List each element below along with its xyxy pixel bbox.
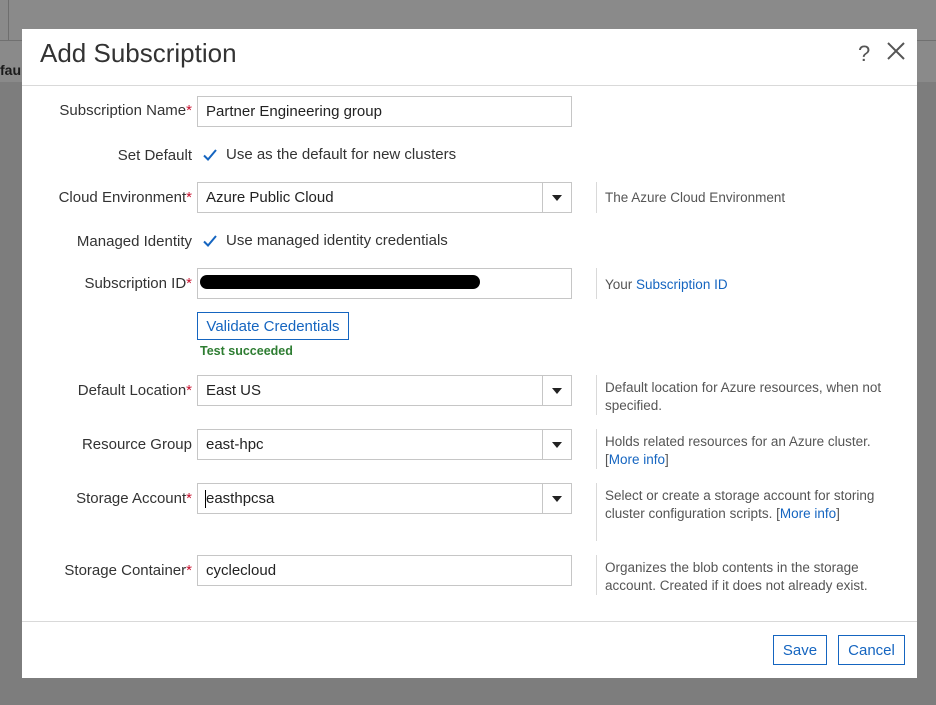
redaction-mark bbox=[200, 275, 480, 289]
storage-account-value: easthpcsa bbox=[206, 490, 275, 507]
subscription-id-input[interactable] bbox=[197, 268, 572, 299]
background-text-fragment: fau bbox=[0, 62, 21, 78]
managed-identity-label: Managed Identity bbox=[76, 233, 192, 250]
chevron-down-icon[interactable] bbox=[542, 183, 571, 212]
checkmark-icon bbox=[203, 148, 217, 161]
managed-identity-checkbox[interactable] bbox=[202, 233, 218, 249]
resource-group-label: Resource Group bbox=[81, 436, 192, 453]
storage-account-label: Storage Account* bbox=[76, 490, 192, 507]
validate-credentials-button[interactable]: Validate Credentials bbox=[197, 312, 349, 340]
checkmark-icon bbox=[203, 234, 217, 247]
default-location-hint: Default location for Azure resources, wh… bbox=[596, 375, 896, 415]
chevron-down-icon[interactable] bbox=[542, 376, 571, 405]
add-subscription-dialog: Add Subscription ? Subscription Name* Pa… bbox=[22, 29, 917, 678]
storage-container-hint: Organizes the blob contents in the stora… bbox=[596, 555, 896, 595]
text-caret bbox=[205, 490, 206, 508]
set-default-label: Set Default bbox=[117, 147, 192, 164]
test-status: Test succeeded bbox=[200, 344, 293, 358]
chevron-down-icon[interactable] bbox=[542, 430, 571, 459]
set-default-checkbox-row[interactable]: Use as the default for new clusters bbox=[202, 146, 456, 163]
managed-identity-checkbox-row[interactable]: Use managed identity credentials bbox=[202, 232, 448, 249]
dialog-title: Add Subscription bbox=[40, 38, 237, 68]
header-divider bbox=[22, 85, 917, 86]
storage-account-more-info-link[interactable]: More info bbox=[780, 506, 836, 521]
cloud-environment-value: Azure Public Cloud bbox=[206, 189, 334, 206]
subscription-id-label: Subscription ID* bbox=[84, 275, 192, 292]
resource-group-more-info-link[interactable]: More info bbox=[609, 452, 665, 467]
storage-account-hint: Select or create a storage account for s… bbox=[596, 483, 896, 541]
chevron-down-icon[interactable] bbox=[542, 484, 571, 513]
resource-group-select[interactable]: east-hpc bbox=[197, 429, 572, 460]
resource-group-hint: Holds related resources for an Azure clu… bbox=[596, 429, 896, 469]
help-icon[interactable]: ? bbox=[858, 41, 870, 67]
subscription-id-link[interactable]: Subscription ID bbox=[636, 277, 728, 292]
cloud-environment-select[interactable]: Azure Public Cloud bbox=[197, 182, 572, 213]
resource-group-value: east-hpc bbox=[206, 436, 264, 453]
default-location-label: Default Location* bbox=[77, 382, 192, 399]
footer-divider bbox=[22, 621, 917, 622]
subscription-name-label: Subscription Name* bbox=[59, 102, 192, 119]
cloud-environment-label: Cloud Environment* bbox=[58, 189, 192, 206]
subscription-id-hint: Your Subscription ID bbox=[596, 268, 896, 299]
storage-container-label: Storage Container* bbox=[64, 562, 192, 579]
storage-container-input[interactable]: cyclecloud bbox=[197, 555, 572, 586]
set-default-checkbox[interactable] bbox=[202, 147, 218, 163]
cancel-button[interactable]: Cancel bbox=[838, 635, 905, 665]
default-location-value: East US bbox=[206, 382, 262, 399]
managed-identity-checkbox-label: Use managed identity credentials bbox=[226, 232, 448, 249]
close-icon[interactable] bbox=[884, 39, 908, 63]
storage-account-select[interactable]: easthpcsa bbox=[197, 483, 572, 514]
default-location-select[interactable]: East US bbox=[197, 375, 572, 406]
cloud-environment-hint: The Azure Cloud Environment bbox=[596, 182, 896, 213]
set-default-checkbox-label: Use as the default for new clusters bbox=[226, 146, 457, 163]
subscription-name-input[interactable]: Partner Engineering group bbox=[197, 96, 572, 127]
save-button[interactable]: Save bbox=[773, 635, 827, 665]
background-tab bbox=[0, 0, 9, 40]
